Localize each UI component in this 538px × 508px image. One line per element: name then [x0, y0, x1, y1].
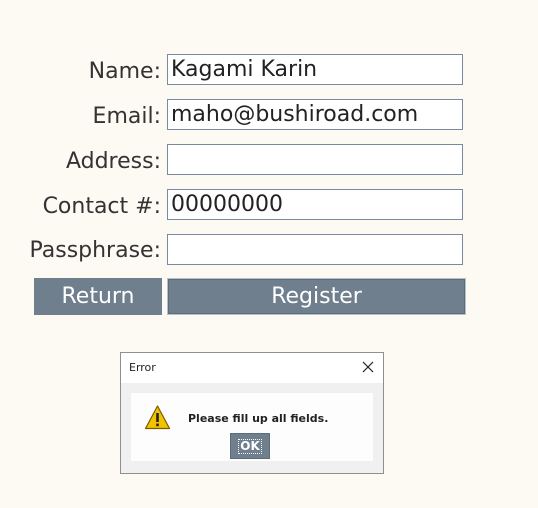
contact-field[interactable]: 00000000 [167, 189, 463, 220]
name-field[interactable]: Kagami Karin [167, 54, 463, 85]
ok-label: OK [238, 439, 262, 454]
address-field[interactable] [167, 144, 463, 175]
dialog-titlebar: Error [121, 353, 383, 383]
passphrase-field[interactable] [167, 234, 463, 265]
passphrase-label: Passphrase: [29, 238, 161, 263]
address-label: Address: [65, 149, 161, 174]
name-label: Name: [88, 59, 161, 84]
contact-label: Contact #: [42, 194, 161, 219]
register-button[interactable]: Register [167, 278, 466, 315]
close-icon[interactable] [361, 360, 375, 374]
warning-icon [144, 405, 171, 430]
dialog-message: Please fill up all fields. [188, 412, 329, 425]
return-button[interactable]: Return [34, 278, 162, 315]
ok-button[interactable]: OK [230, 433, 270, 459]
dialog-title: Error [129, 361, 156, 374]
email-field[interactable]: maho@bushiroad.com [167, 99, 463, 130]
dialog-body: Please fill up all fields. [121, 383, 383, 473]
email-label: Email: [92, 104, 161, 129]
